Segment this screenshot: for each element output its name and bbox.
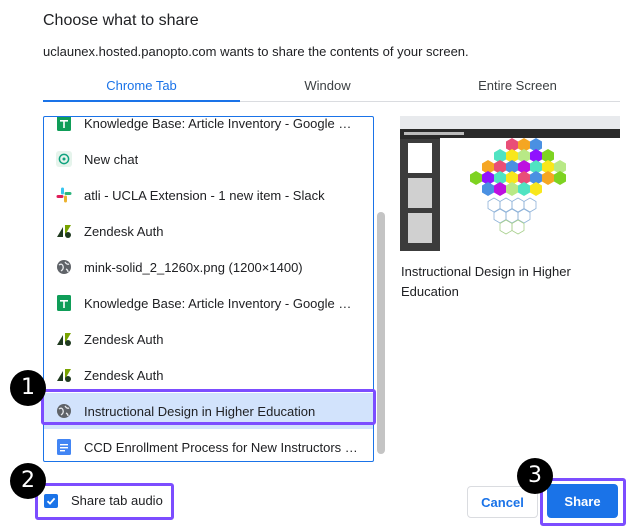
zendesk-icon bbox=[56, 367, 72, 383]
dialog-subtitle: uclaunex.hosted.panopto.com wants to sha… bbox=[43, 44, 469, 59]
list-item[interactable]: mink-solid_2_1260x.png (1200×1400) bbox=[44, 249, 373, 285]
tab-chrome-tab[interactable]: Chrome Tab bbox=[43, 70, 240, 102]
list-item[interactable]: Zendesk Auth bbox=[44, 213, 373, 249]
share-button[interactable]: Share bbox=[547, 484, 618, 518]
list-item[interactable]: New chat bbox=[44, 141, 373, 177]
list-item-label: Knowledge Base: Article Inventory - Goog… bbox=[84, 116, 359, 131]
share-audio-checkbox[interactable] bbox=[44, 494, 58, 508]
checkmark-icon bbox=[46, 497, 56, 505]
list-item[interactable]: Zendesk Auth bbox=[44, 321, 373, 357]
step-badge-3: 3 bbox=[517, 458, 553, 494]
list-item-label: Zendesk Auth bbox=[84, 367, 164, 383]
google-sheets-icon bbox=[56, 295, 72, 311]
list-item[interactable]: Zendesk Auth bbox=[44, 357, 373, 393]
dialog-title: Choose what to share bbox=[43, 12, 199, 29]
slack-icon bbox=[56, 187, 72, 203]
list-item-label: CCD Enrollment Process for New Instructo… bbox=[84, 439, 359, 455]
tab-window[interactable]: Window bbox=[240, 70, 415, 102]
globe-icon bbox=[56, 403, 72, 419]
list-item-label: mink-solid_2_1260x.png (1200×1400) bbox=[84, 259, 303, 275]
zendesk-icon bbox=[56, 223, 72, 239]
step-badge-1: 1 bbox=[10, 370, 46, 406]
list-item-selected[interactable]: Instructional Design in Higher Education bbox=[44, 393, 373, 429]
list-item[interactable]: atli - UCLA Extension - 1 new item - Sla… bbox=[44, 177, 373, 213]
preview-image bbox=[400, 116, 620, 251]
list-item[interactable]: Knowledge Base: Article Inventory - Goog… bbox=[44, 116, 373, 141]
globe-icon bbox=[56, 259, 72, 275]
google-sheets-icon bbox=[56, 117, 72, 131]
scrollbar-thumb[interactable] bbox=[377, 212, 385, 454]
step-badge-2: 2 bbox=[10, 463, 46, 499]
list-item[interactable]: CCD Enrollment Process for New Instructo… bbox=[44, 429, 373, 461]
tab-list-scrollbar[interactable] bbox=[374, 116, 388, 462]
preview-title: Instructional Design in Higher Education bbox=[401, 264, 571, 299]
share-source-tabs: Chrome Tab Window Entire Screen bbox=[43, 70, 620, 102]
list-item-label: atli - UCLA Extension - 1 new item - Sla… bbox=[84, 187, 325, 203]
share-audio-label[interactable]: Share tab audio bbox=[71, 493, 163, 508]
tab-preview-thumbnail bbox=[400, 116, 620, 251]
list-item-label: Instructional Design in Higher Education bbox=[84, 403, 316, 419]
tab-entire-screen[interactable]: Entire Screen bbox=[415, 70, 620, 102]
list-item-label: Knowledge Base: Article Inventory - Goog… bbox=[84, 295, 359, 311]
tab-list[interactable]: Knowledge Base: Article Inventory - Goog… bbox=[43, 116, 374, 462]
list-item[interactable]: Knowledge Base: Article Inventory - Goog… bbox=[44, 285, 373, 321]
zendesk-icon bbox=[56, 331, 72, 347]
list-item-label: Zendesk Auth bbox=[84, 223, 164, 239]
list-item-label: New chat bbox=[84, 151, 139, 167]
list-item-label: Zendesk Auth bbox=[84, 331, 164, 347]
google-docs-icon bbox=[56, 439, 72, 455]
chatgpt-icon bbox=[56, 151, 72, 167]
